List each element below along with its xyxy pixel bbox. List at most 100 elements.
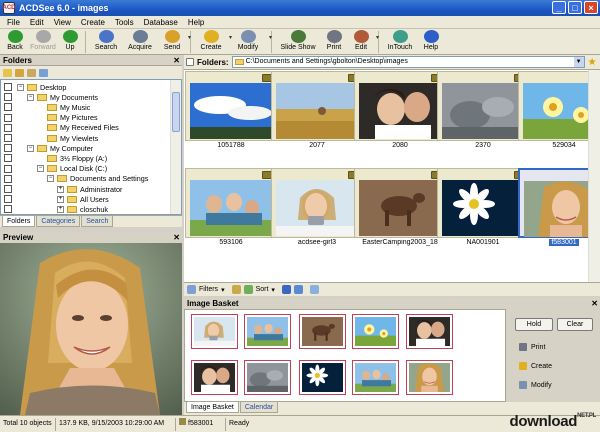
tree-checkbox[interactable] (4, 205, 12, 214)
tree-item[interactable]: + closchuk (57, 204, 108, 214)
toolbar-edit-button[interactable]: Edit ▾ (347, 29, 379, 55)
tree-checkbox[interactable] (4, 134, 12, 142)
address-input[interactable]: C:\Documents and Settings\gbolton\Deskto… (231, 56, 585, 68)
collapse-icon[interactable]: − (37, 165, 44, 173)
close-icon[interactable]: ✕ (173, 55, 180, 66)
tree-checkbox[interactable] (4, 113, 12, 122)
tree-item[interactable]: − My Computer (27, 143, 93, 153)
tree-checkbox[interactable] (4, 93, 12, 102)
star-icon[interactable]: ★ (588, 57, 597, 68)
file-list-scrollbar[interactable] (588, 70, 600, 282)
basket-thumbnail[interactable] (406, 314, 453, 349)
file-list[interactable]: 1051788 2077 2080 2370 529034 593106 acdsee-gi… (184, 70, 600, 282)
basket-thumbnail[interactable] (352, 314, 399, 349)
tree-item[interactable]: − Desktop (17, 82, 66, 92)
tree-item[interactable]: My Received Files (37, 123, 119, 133)
toolbar-back-button[interactable]: Back (2, 29, 28, 55)
collapse-icon[interactable]: − (27, 144, 34, 152)
basket-create-action[interactable]: Create (519, 362, 552, 370)
hold-button[interactable]: Hold (515, 318, 553, 331)
menu-tools[interactable]: Tools (110, 18, 139, 27)
basket-thumbnail[interactable] (191, 314, 238, 349)
network-icon[interactable] (39, 68, 48, 77)
toolbar-send-button[interactable]: Send ▾ (157, 29, 191, 55)
toolbar-print-button[interactable]: Print (321, 29, 347, 55)
sort-button[interactable]: Sort (256, 286, 269, 293)
thumbnail-item[interactable]: acdsee-girl3 (271, 168, 363, 252)
tab-search[interactable]: Search (81, 216, 114, 227)
menu-create[interactable]: Create (76, 18, 110, 27)
chevron-down-icon[interactable]: ▾ (221, 286, 225, 294)
thumbnail-item[interactable]: 2370 (437, 71, 529, 155)
tree-item[interactable]: 3½ Floppy (A:) (37, 153, 107, 163)
close-button[interactable]: × (584, 1, 598, 14)
toolbar-help-button[interactable]: Help (418, 29, 444, 55)
toolbar-acquire-button[interactable]: Acquire (123, 29, 157, 55)
select-icon[interactable] (293, 285, 303, 294)
menu-help[interactable]: Help (183, 18, 209, 27)
folder-tree[interactable]: − Desktop − My Documents My Music My Pictures… (0, 79, 182, 215)
thumbnail-item[interactable]: NA001901 (437, 168, 529, 252)
expand-icon[interactable]: + (57, 185, 64, 193)
thumbnail-card[interactable] (437, 168, 529, 238)
thumbnail-card[interactable] (185, 71, 277, 141)
chevron-down-icon[interactable]: ▾ (188, 34, 191, 41)
tree-item[interactable]: − Local Disk (C:) (37, 164, 107, 174)
tree-checkbox[interactable] (4, 164, 12, 173)
expand-icon[interactable]: + (57, 195, 64, 203)
collapse-icon[interactable]: − (27, 93, 34, 101)
tree-checkbox[interactable] (4, 154, 12, 163)
clear-button[interactable]: Clear (557, 318, 593, 331)
toolbar-search-button[interactable]: Search (89, 29, 123, 55)
tree-checkbox[interactable] (4, 144, 12, 153)
tree-scrollbar[interactable] (170, 80, 181, 214)
thumbnail-card[interactable] (437, 71, 529, 141)
expand-icon[interactable]: + (57, 205, 64, 213)
menu-database[interactable]: Database (139, 18, 183, 27)
close-icon[interactable]: ✕ (173, 232, 180, 243)
tab-image-basket[interactable]: Image Basket (186, 402, 239, 413)
thumbnail-card[interactable] (271, 71, 363, 141)
basket-thumbnail[interactable] (299, 314, 346, 349)
tree-item[interactable]: − Documents and Settings (47, 174, 148, 184)
thumbnail-item[interactable]: 2080 (354, 71, 446, 155)
tree-checkbox[interactable] (4, 83, 12, 91)
basket-thumbnail[interactable] (244, 314, 291, 349)
menu-file[interactable]: File (2, 18, 25, 27)
group-icon[interactable] (231, 285, 241, 294)
view-mode-icon[interactable] (281, 285, 291, 294)
toolbar-modify-button[interactable]: Modify ▾ (228, 29, 272, 55)
folder-up-icon[interactable] (27, 68, 36, 77)
chevron-down-icon[interactable]: ▾ (269, 34, 272, 41)
thumbnail-item[interactable]: EasterCamping2003_18 (354, 168, 446, 252)
thumbnail-item[interactable]: 1051788 (185, 71, 277, 155)
filters-button[interactable]: Filters (199, 286, 218, 293)
thumbnail-item[interactable]: 593106 (185, 168, 277, 252)
tab-calendar[interactable]: Calendar (239, 402, 279, 413)
tree-checkbox[interactable] (4, 185, 12, 193)
menu-edit[interactable]: Edit (25, 18, 49, 27)
tree-item[interactable]: − My Documents (27, 92, 98, 102)
thumbnail-card[interactable] (354, 168, 446, 238)
tab-folders[interactable]: Folders (2, 216, 36, 227)
thumbnail-card[interactable] (185, 168, 277, 238)
basket-thumbnail[interactable] (299, 360, 346, 395)
tree-item[interactable]: My Viewlets (37, 133, 98, 143)
tree-item[interactable]: My Pictures (37, 113, 98, 123)
folder-open-icon[interactable] (3, 68, 12, 77)
tree-checkbox[interactable] (4, 195, 12, 204)
tree-checkbox[interactable] (4, 123, 12, 132)
new-folder-icon[interactable] (15, 68, 24, 77)
collapse-icon[interactable]: − (17, 83, 24, 91)
toolbar-create-button[interactable]: Create ▾ (194, 29, 232, 55)
collapse-icon[interactable]: − (47, 175, 54, 183)
toolbar-slide-show-button[interactable]: Slide Show (275, 29, 321, 55)
tab-categories[interactable]: Categories (36, 216, 81, 227)
basket-print-action[interactable]: Print (519, 343, 545, 351)
tree-checkbox[interactable] (4, 103, 12, 112)
basket-modify-action[interactable]: Modify (519, 381, 552, 389)
minimize-button[interactable]: _ (552, 1, 566, 14)
basket-thumbnail[interactable] (352, 360, 399, 395)
select-all-checkbox[interactable] (186, 58, 194, 66)
chevron-down-icon[interactable]: ▾ (376, 34, 379, 41)
